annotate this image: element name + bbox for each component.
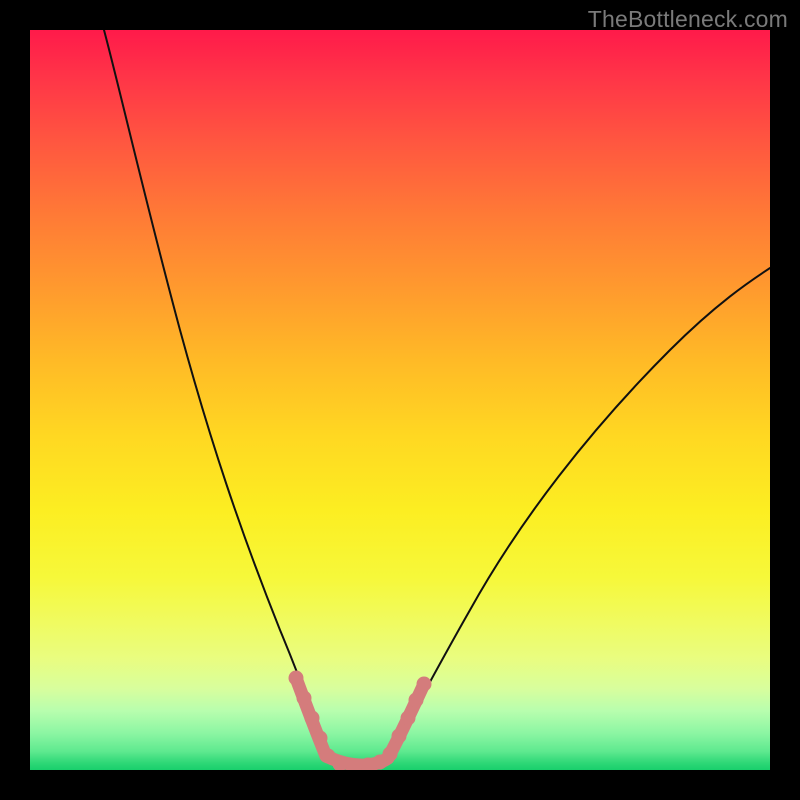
bead-icon — [313, 731, 328, 746]
bead-group — [289, 671, 432, 771]
bead-icon — [383, 747, 398, 762]
bead-icon — [409, 693, 424, 708]
bead-icon — [417, 677, 432, 692]
canvas-root: TheBottleneck.com — [0, 0, 800, 800]
plot-area — [30, 30, 770, 770]
bead-icon — [401, 711, 416, 726]
curve-left-branch — [104, 30, 328, 762]
watermark-text: TheBottleneck.com — [588, 6, 788, 33]
bead-icon — [289, 671, 304, 686]
bead-icon — [392, 729, 407, 744]
bead-icon — [305, 711, 320, 726]
curve-right-branch — [386, 268, 770, 760]
curve-layer — [30, 30, 770, 770]
bead-icon — [297, 691, 312, 706]
